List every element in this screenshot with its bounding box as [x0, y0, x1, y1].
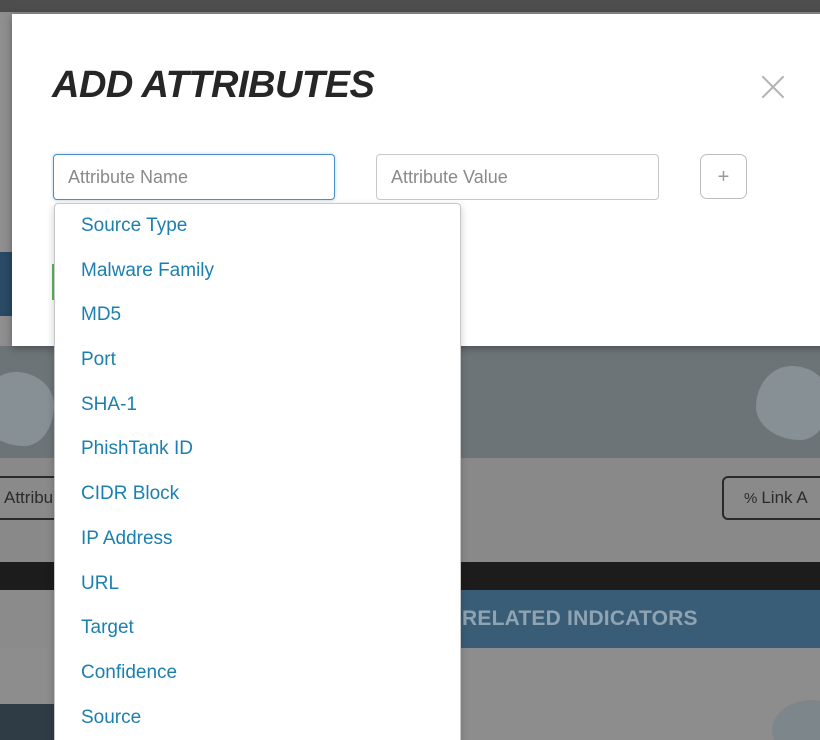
close-icon[interactable] [758, 72, 788, 102]
attribute-name-input[interactable] [53, 154, 335, 200]
background-link-button[interactable]: % Link A [722, 476, 820, 520]
modal-title: ADD ATTRIBUTES [52, 64, 375, 106]
suggestion-item[interactable]: Confidence [55, 651, 460, 696]
background-top-bar [0, 0, 820, 12]
suggestion-item[interactable]: IP Address [55, 517, 460, 562]
background-attributes-button-label: Attribu [4, 488, 54, 507]
suggestion-item[interactable]: Malware Family [55, 249, 460, 294]
attribute-name-suggestions: Source Type Malware Family MD5 Port SHA-… [54, 203, 461, 740]
background-link-button-label: Link A [761, 488, 808, 507]
suggestion-item[interactable]: SHA-1 [55, 383, 460, 428]
background-lower-dark-block [0, 704, 60, 740]
add-attribute-button[interactable]: + [700, 154, 747, 199]
suggestion-item[interactable]: Port [55, 338, 460, 383]
suggestion-item[interactable]: Target [55, 606, 460, 651]
suggestion-item[interactable]: CIDR Block [55, 472, 460, 517]
tab-related-indicators[interactable]: RELATED INDICATORS [462, 590, 698, 648]
suggestion-item[interactable]: MD5 [55, 293, 460, 338]
link-icon: % [744, 490, 758, 507]
suggestion-item[interactable]: PhishTank ID [55, 427, 460, 472]
suggestion-list: Source Type Malware Family MD5 Port SHA-… [55, 204, 460, 740]
background-attributes-button[interactable]: Attribu [0, 476, 60, 520]
suggestion-item[interactable]: URL [55, 562, 460, 607]
suggestion-item[interactable]: Source Type [55, 204, 460, 249]
attribute-value-input[interactable] [376, 154, 659, 200]
suggestion-item[interactable]: Source [55, 696, 460, 740]
